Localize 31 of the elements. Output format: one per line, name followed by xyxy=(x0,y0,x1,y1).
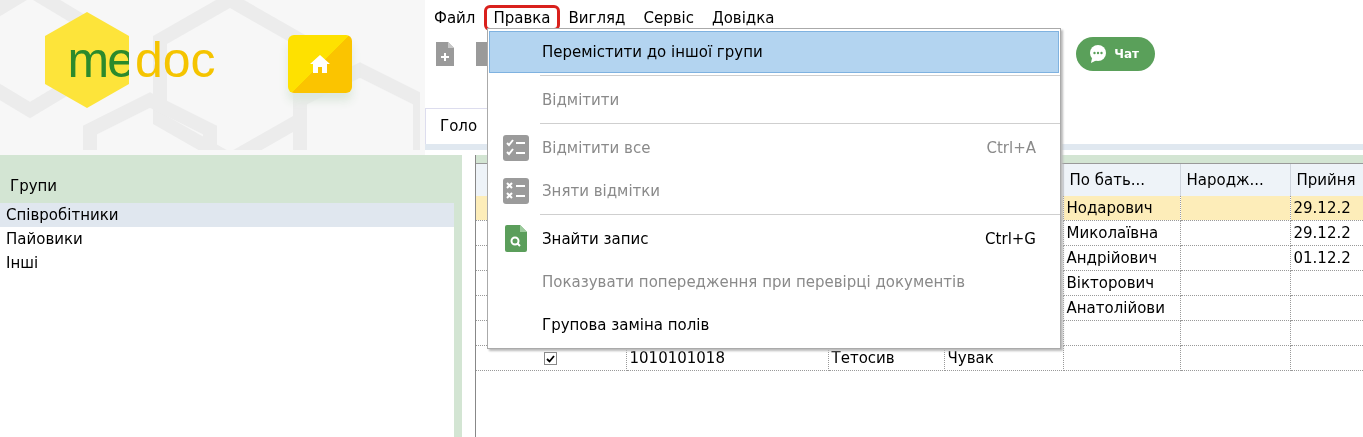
table-cell: 29.12.2 xyxy=(1293,224,1351,242)
table-cell: Нодарович xyxy=(1066,199,1153,217)
table-cell: 1010101018 xyxy=(629,349,725,367)
menu-item[interactable]: Перемістити до іншої групи xyxy=(489,31,1059,73)
table-cell: Андрійович xyxy=(1066,249,1157,267)
table-cell: Вікторович xyxy=(1066,274,1155,292)
checklist-icon xyxy=(503,134,529,161)
group-item[interactable]: Пайовики xyxy=(0,227,454,251)
table-cell: Чувак xyxy=(947,349,994,367)
chat-bubble-icon xyxy=(1088,44,1109,64)
menu-item[interactable]: Сервіс xyxy=(634,5,703,31)
shortcut-label: Ctrl+A xyxy=(986,138,1036,157)
table-cell: Тетосив xyxy=(831,349,895,367)
menu-item[interactable]: Файл xyxy=(425,5,485,31)
shortcut-label: Ctrl+G xyxy=(985,229,1036,248)
table-cell: Анатолійови xyxy=(1066,299,1165,317)
checkbox[interactable] xyxy=(544,352,558,365)
group-item[interactable]: Співробітники xyxy=(0,203,454,227)
menu-item[interactable]: Вигляд xyxy=(559,5,635,31)
logo-text: doc xyxy=(135,31,216,89)
group-item[interactable]: Інші xyxy=(0,251,454,275)
menu-item[interactable]: Довідка xyxy=(702,5,784,31)
home-button[interactable] xyxy=(287,35,352,93)
table-cell: Миколаївна xyxy=(1066,224,1159,242)
menu-item[interactable]: Групова заміна полів xyxy=(489,303,1059,346)
new-document-icon[interactable] xyxy=(435,41,455,67)
table-cell: 29.12.2 xyxy=(1293,199,1351,217)
table-cell: 01.12.2 xyxy=(1293,249,1351,267)
cross-list-icon xyxy=(503,177,529,204)
document-search-icon xyxy=(505,225,527,252)
home-icon xyxy=(308,54,331,74)
